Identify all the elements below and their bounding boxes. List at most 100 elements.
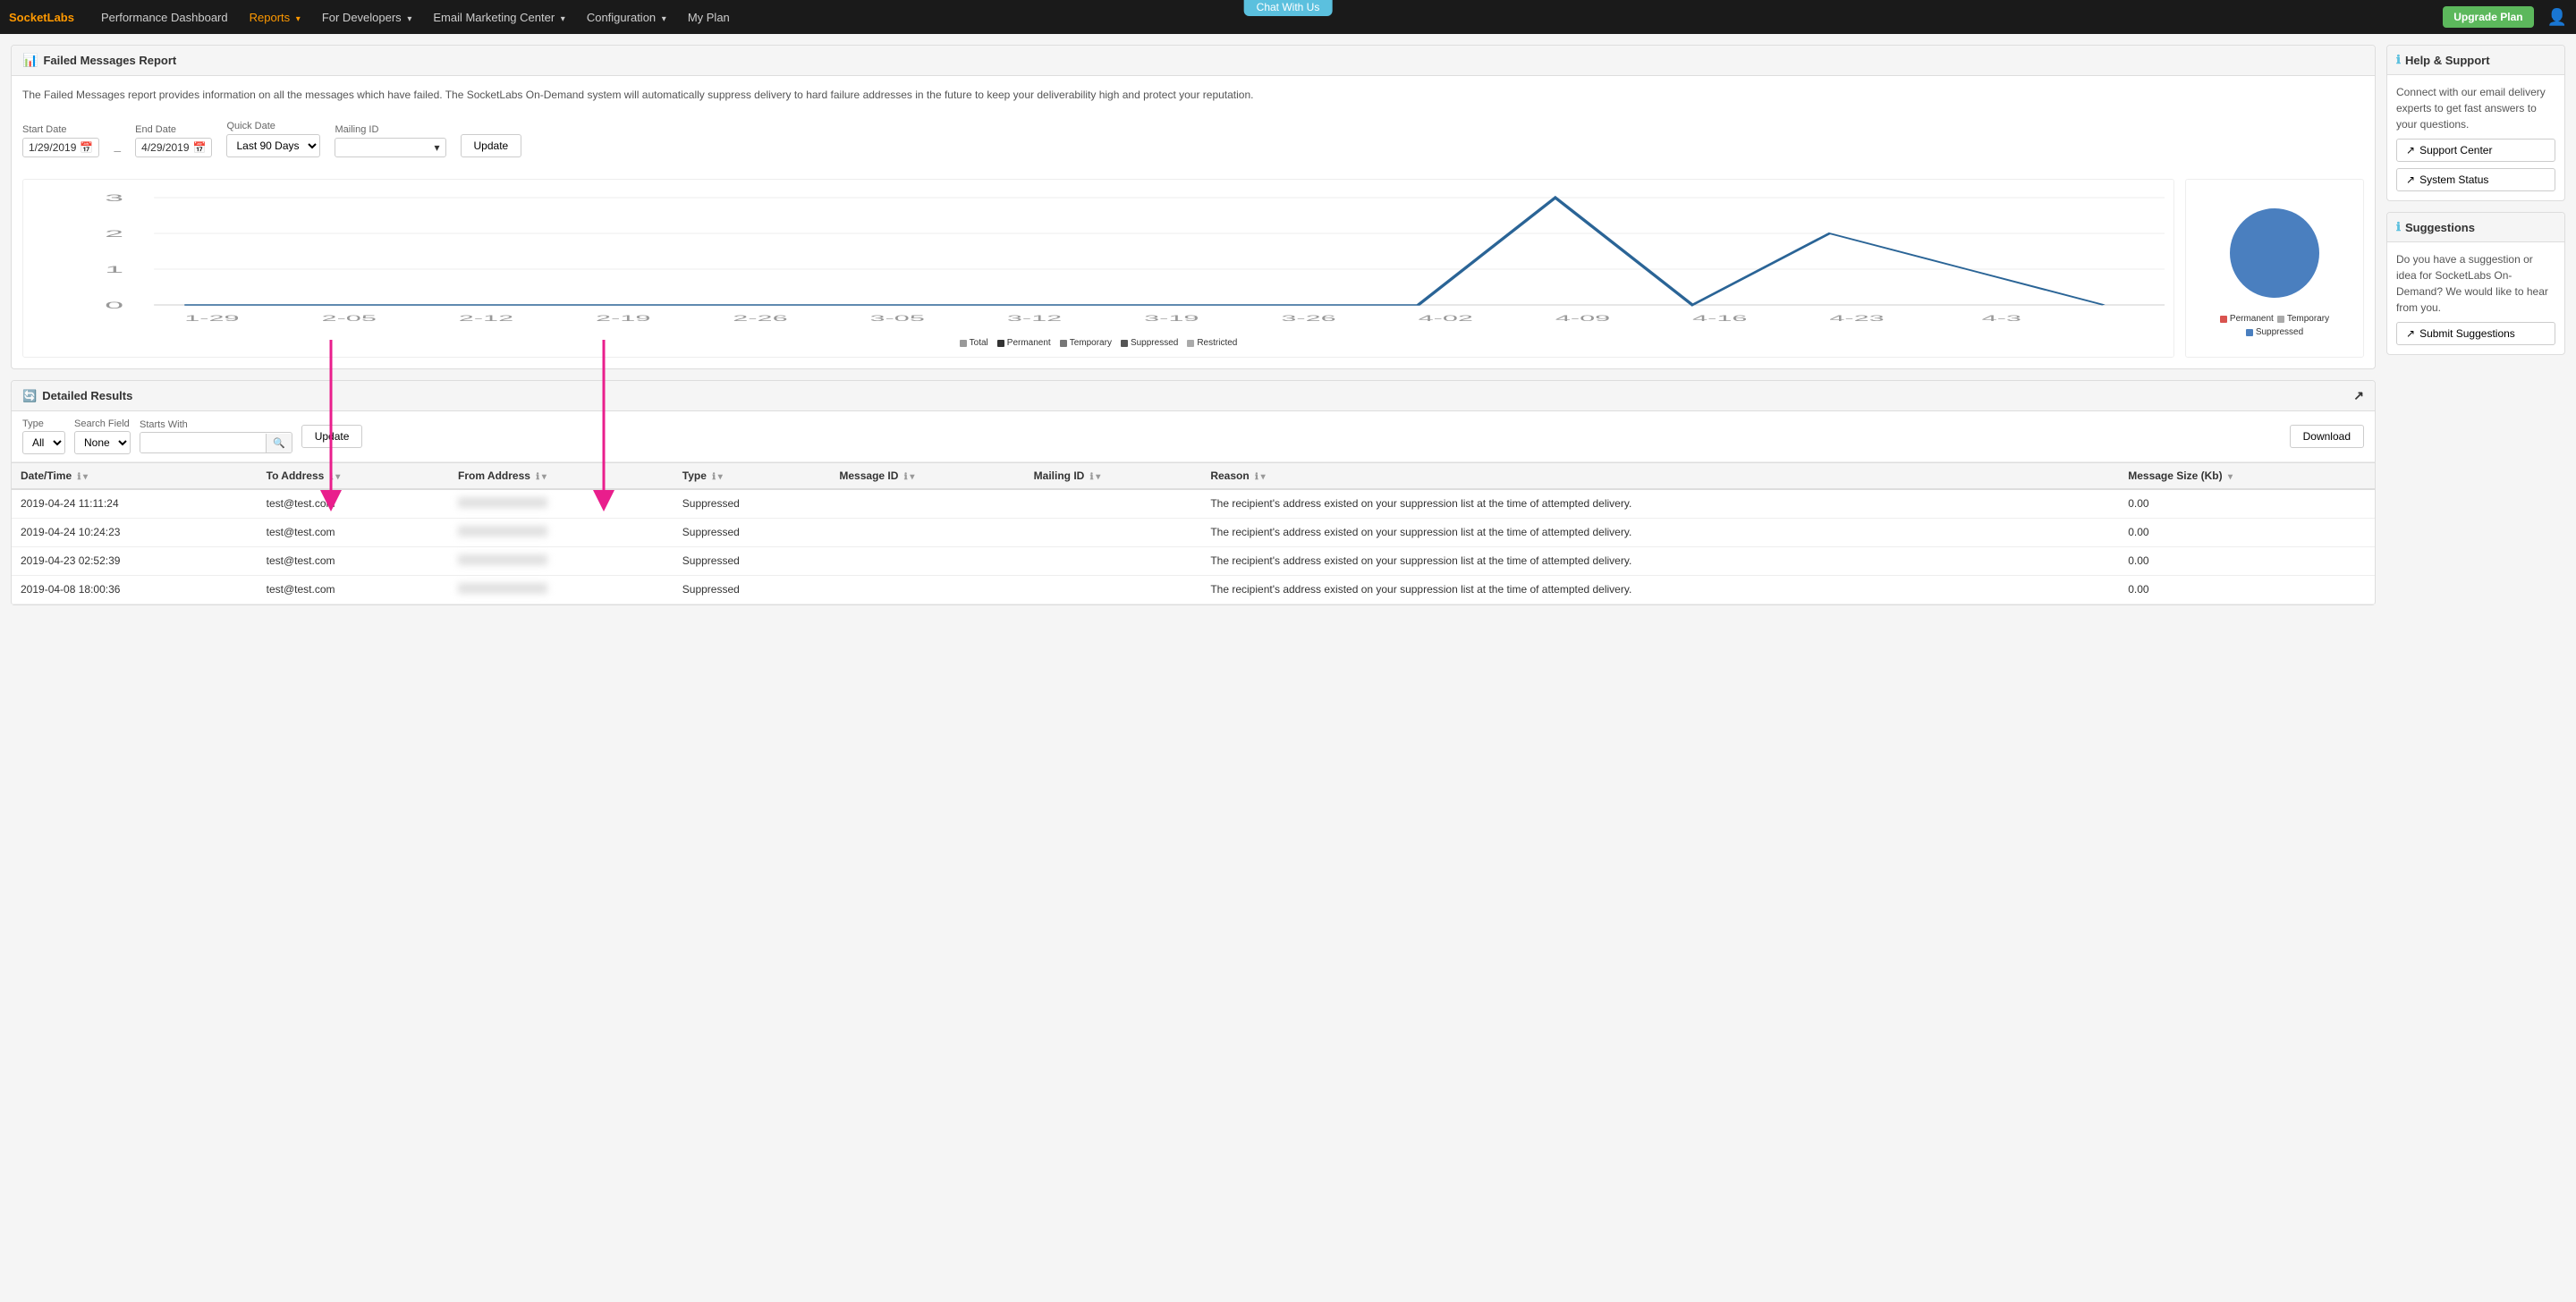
search-button[interactable]: 🔍 bbox=[266, 434, 292, 452]
submit-suggestions-button[interactable]: ↗ Submit Suggestions bbox=[2396, 322, 2555, 345]
detailed-results-panel: 🔄 Detailed Results ↗ Type All Search Fie… bbox=[11, 380, 2376, 605]
cell-reason: The recipient's address existed on your … bbox=[1201, 489, 2119, 519]
cell-from-address bbox=[449, 489, 674, 519]
report-description: The Failed Messages report provides info… bbox=[12, 76, 2375, 114]
cell-from-address bbox=[449, 519, 674, 547]
pie-chart-svg bbox=[2221, 199, 2328, 307]
nav-item-developers[interactable]: For Developers ▾ bbox=[313, 5, 421, 30]
type-filter-select[interactable]: All bbox=[22, 431, 65, 454]
col-from-address: From Address ℹ ▾ bbox=[449, 463, 674, 490]
detailed-header-left: 🔄 Detailed Results bbox=[22, 389, 132, 403]
system-status-button[interactable]: ↗ System Status bbox=[2396, 168, 2555, 191]
user-icon[interactable]: 👤 bbox=[2547, 8, 2567, 27]
cell-to-address: test@test.com bbox=[258, 489, 449, 519]
end-date-input[interactable]: 4/29/2019 📅 bbox=[135, 138, 212, 157]
col-message-id: Message ID ℹ ▾ bbox=[830, 463, 1024, 490]
mailing-id-group: Mailing ID ▾ bbox=[335, 124, 445, 157]
filters-row: Start Date 1/29/2019 📅 – End Date 4/29/2… bbox=[12, 114, 2375, 168]
results-table: Date/Time ℹ ▾ To Address ℹ ▾ From Addres… bbox=[12, 462, 2375, 604]
pie-legend-suppressed: Suppressed bbox=[2246, 327, 2303, 337]
svg-text:3-05: 3-05 bbox=[870, 314, 925, 323]
external-link-icon-status: ↗ bbox=[2406, 173, 2415, 186]
report-title: Failed Messages Report bbox=[43, 54, 176, 67]
starts-with-input[interactable] bbox=[140, 433, 266, 452]
help-support-description: Connect with our email delivery experts … bbox=[2396, 84, 2555, 132]
nav-item-reports[interactable]: Reports ▾ bbox=[241, 5, 309, 30]
brand-logo: SocketLabs bbox=[9, 11, 74, 24]
reports-arrow-icon: ▾ bbox=[296, 14, 301, 24]
svg-text:2-05: 2-05 bbox=[322, 314, 377, 323]
search-field-select[interactable]: None bbox=[74, 431, 131, 454]
table-row: 2019-04-24 11:11:24 test@test.com Suppre… bbox=[12, 489, 2375, 519]
svg-text:2-19: 2-19 bbox=[596, 314, 650, 323]
col-to-address: To Address ℹ ▾ bbox=[258, 463, 449, 490]
detailed-results-header: 🔄 Detailed Results ↗ bbox=[12, 381, 2375, 411]
pie-chart-area: Permanent Temporary Suppressed bbox=[2185, 179, 2364, 358]
start-date-group: Start Date 1/29/2019 📅 bbox=[22, 124, 99, 157]
suggestions-description: Do you have a suggestion or idea for Soc… bbox=[2396, 251, 2555, 316]
chart-bottom-legend: Total Permanent Temporary Suppresse bbox=[32, 334, 2165, 351]
upgrade-plan-button[interactable]: Upgrade Plan bbox=[2443, 6, 2533, 28]
cell-message-id bbox=[830, 519, 1024, 547]
svg-text:0: 0 bbox=[105, 300, 123, 310]
nav-item-email-marketing[interactable]: Email Marketing Center ▾ bbox=[424, 5, 573, 30]
cell-to-address: test@test.com bbox=[258, 519, 449, 547]
suggestions-title: Suggestions bbox=[2405, 221, 2475, 234]
support-center-button[interactable]: ↗ Support Center bbox=[2396, 139, 2555, 162]
blurred-address bbox=[458, 497, 547, 508]
legend-temporary: Temporary bbox=[1060, 338, 1112, 348]
cell-reason: The recipient's address existed on your … bbox=[1201, 576, 2119, 604]
developers-arrow-icon: ▾ bbox=[407, 14, 411, 24]
download-button[interactable]: Download bbox=[2290, 425, 2364, 448]
svg-text:4-23: 4-23 bbox=[1829, 314, 1884, 323]
nav-item-myplan[interactable]: My Plan bbox=[679, 5, 739, 30]
nav-item-dashboard[interactable]: Performance Dashboard bbox=[92, 5, 237, 30]
end-date-group: End Date 4/29/2019 📅 bbox=[135, 124, 212, 157]
refresh-icon: 🔄 bbox=[22, 389, 37, 403]
cell-mailing-id bbox=[1025, 519, 1202, 547]
chat-badge[interactable]: Chat With Us bbox=[1244, 0, 1333, 16]
mailing-id-select[interactable]: ▾ bbox=[335, 138, 445, 157]
external-link-icon[interactable]: ↗ bbox=[2353, 388, 2364, 403]
svg-text:4-09: 4-09 bbox=[1555, 314, 1610, 323]
legend-permanent: Permanent bbox=[997, 338, 1051, 348]
col-datetime: Date/Time ℹ ▾ bbox=[12, 463, 258, 490]
date-range-separator: – bbox=[114, 143, 121, 157]
search-update-button[interactable]: Update bbox=[301, 425, 363, 448]
cell-reason: The recipient's address existed on your … bbox=[1201, 547, 2119, 576]
cell-message-size: 0.00 bbox=[2119, 519, 2375, 547]
end-date-label: End Date bbox=[135, 124, 212, 135]
col-type: Type ℹ ▾ bbox=[674, 463, 831, 490]
svg-text:1: 1 bbox=[105, 264, 123, 275]
cell-message-size: 0.00 bbox=[2119, 547, 2375, 576]
detailed-title: Detailed Results bbox=[42, 389, 132, 402]
help-support-header: ℹ Help & Support bbox=[2387, 46, 2564, 75]
cell-message-id bbox=[830, 576, 1024, 604]
svg-text:4-16: 4-16 bbox=[1692, 314, 1747, 323]
calendar-icon-end: 📅 bbox=[193, 141, 207, 154]
table-row: 2019-04-23 02:52:39 test@test.com Suppre… bbox=[12, 547, 2375, 576]
external-link-icon-support: ↗ bbox=[2406, 144, 2415, 156]
nav-item-configuration[interactable]: Configuration ▾ bbox=[578, 5, 675, 30]
panel-header: 📊 Failed Messages Report bbox=[12, 46, 2375, 76]
legend-restricted: Restricted bbox=[1187, 338, 1237, 348]
quick-date-select[interactable]: Last 90 Days bbox=[226, 134, 320, 157]
type-filter-group: Type All bbox=[22, 418, 65, 454]
type-filter-label: Type bbox=[22, 418, 65, 429]
filters-update-button[interactable]: Update bbox=[461, 134, 522, 157]
cell-message-size: 0.00 bbox=[2119, 576, 2375, 604]
col-mailing-id: Mailing ID ℹ ▾ bbox=[1025, 463, 1202, 490]
cell-reason: The recipient's address existed on your … bbox=[1201, 519, 2119, 547]
pie-legend-temporary: Temporary bbox=[2277, 314, 2329, 324]
svg-text:4-02: 4-02 bbox=[1419, 314, 1473, 323]
table-row: 2019-04-08 18:00:36 test@test.com Suppre… bbox=[12, 576, 2375, 604]
table-container: Date/Time ℹ ▾ To Address ℹ ▾ From Addres… bbox=[12, 462, 2375, 604]
svg-text:3-12: 3-12 bbox=[1007, 314, 1062, 323]
legend-total: Total bbox=[960, 338, 988, 348]
quick-date-label: Quick Date bbox=[226, 121, 320, 131]
svg-text:2: 2 bbox=[105, 228, 123, 239]
col-message-size: Message Size (Kb) ▾ bbox=[2119, 463, 2375, 490]
col-reason: Reason ℹ ▾ bbox=[1201, 463, 2119, 490]
content-area: 📊 Failed Messages Report The Failed Mess… bbox=[11, 45, 2376, 605]
start-date-input[interactable]: 1/29/2019 📅 bbox=[22, 138, 99, 157]
